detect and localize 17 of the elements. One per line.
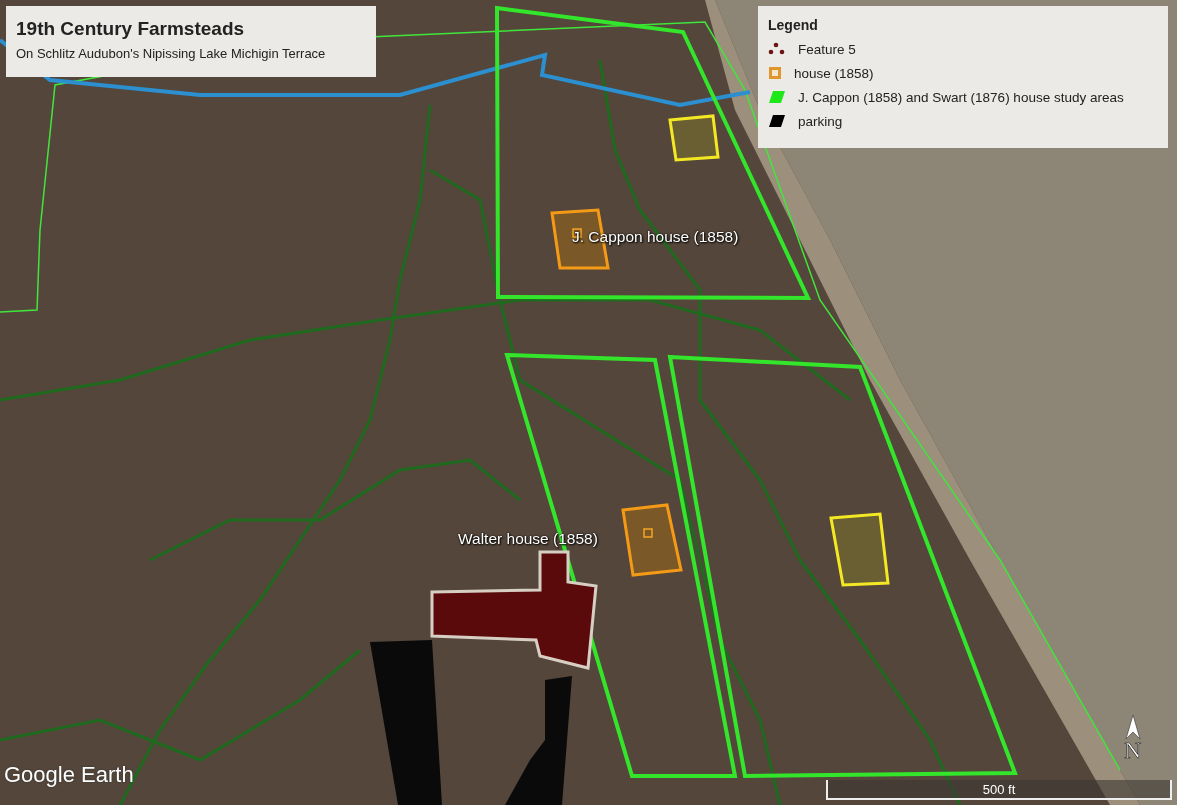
polygon-icon — [768, 114, 786, 128]
north-arrow-icon — [1124, 715, 1141, 739]
logo-text: Google Earth — [4, 762, 134, 788]
legend-label: house (1858) — [794, 65, 874, 81]
dots-icon — [768, 42, 786, 56]
legend-heading: Legend — [768, 17, 819, 33]
legend-label: J. Cappon (1858) and Swart (1876) house study areas — [798, 89, 1124, 105]
north-label: N — [1124, 739, 1142, 761]
house-area-outline — [668, 114, 720, 162]
map-subtitle: On Schlitz Audubon's Nipissing Lake Michigin Terrace — [16, 46, 327, 61]
house-marker-icon — [643, 528, 653, 538]
scale-label: 500 ft — [982, 781, 1016, 797]
map-title: 19th Century Farmsteads — [16, 18, 246, 40]
square-icon — [768, 66, 782, 80]
legend-label: parking — [798, 113, 843, 129]
legend-label: Feature 5 — [798, 41, 856, 57]
polygon-icon — [768, 90, 786, 104]
